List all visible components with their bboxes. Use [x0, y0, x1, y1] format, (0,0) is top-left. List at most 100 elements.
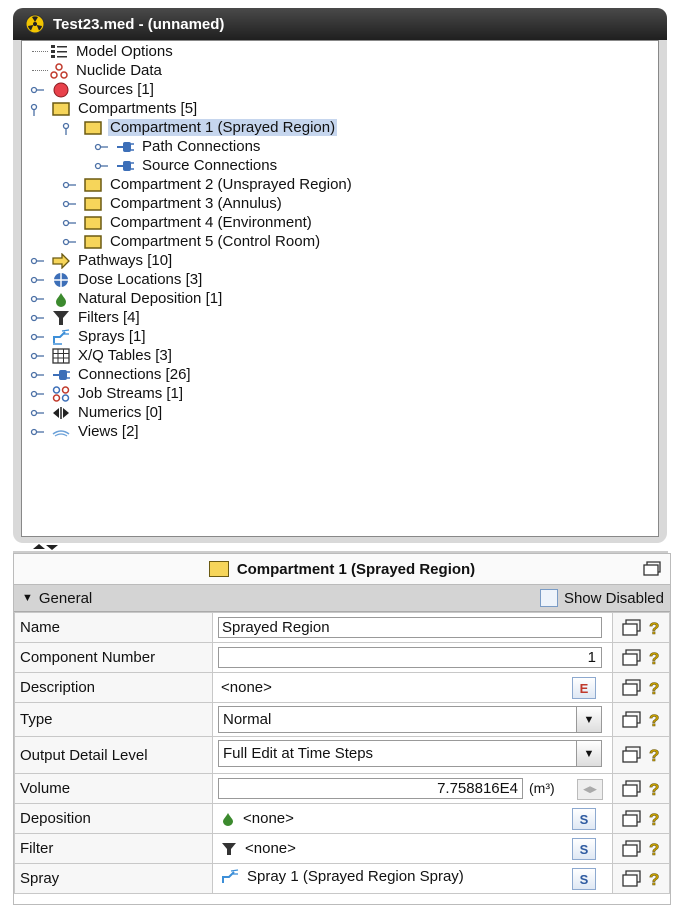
tree-item-xq-tables[interactable]: X/Q Tables [3] [30, 346, 174, 365]
help-icon[interactable]: ? [647, 648, 661, 668]
tree-label: Compartment 1 (Sprayed Region) [108, 119, 338, 136]
expand-handle-icon[interactable] [62, 216, 76, 230]
help-icon[interactable]: ? [647, 678, 661, 698]
expand-handle-icon[interactable] [30, 83, 44, 97]
pin-icon[interactable] [621, 710, 643, 730]
expand-handle-icon[interactable] [62, 197, 76, 211]
svg-text:?: ? [649, 711, 659, 730]
property-label: Component Number [14, 642, 213, 673]
tree-label: Filters [4] [78, 309, 140, 326]
help-icon[interactable]: ? [647, 839, 661, 859]
help-icon[interactable]: ? [647, 779, 661, 799]
pin-icon[interactable] [621, 779, 643, 799]
tree-label: Views [2] [78, 423, 139, 440]
select-spray-button[interactable]: S [572, 868, 596, 890]
output-detail-select[interactable]: Full Edit at Time Steps ▼ [218, 740, 602, 767]
droplet-icon [223, 812, 233, 826]
expand-handle-icon[interactable] [30, 368, 44, 382]
collapse-handle-icon[interactable] [62, 121, 76, 135]
property-row-volume: Volume 7.758816E4 (m³) ◀▶ ? [14, 773, 670, 804]
expand-handle-icon[interactable] [30, 406, 44, 420]
splitter-handle[interactable] [13, 543, 668, 553]
tree-item-connections[interactable]: Connections [26] [30, 365, 193, 384]
tree-item-sources[interactable]: Sources [1] [30, 80, 156, 99]
help-icon[interactable]: ? [647, 745, 661, 765]
svg-text:?: ? [649, 649, 659, 668]
pin-icon[interactable] [621, 678, 643, 698]
window-titlebar: Test23.med - (unnamed) [13, 8, 667, 40]
component-number-input[interactable]: 1 [218, 647, 602, 668]
show-disabled-toggle[interactable]: Show Disabled [539, 589, 664, 607]
tree-item-source-connections[interactable]: Source Connections [94, 156, 279, 175]
expand-handle-icon[interactable] [30, 349, 44, 363]
pin-icon[interactable] [621, 648, 643, 668]
panel-title: Compartment 1 (Sprayed Region) [236, 560, 476, 578]
expand-handle-icon[interactable] [62, 178, 76, 192]
pin-icon[interactable] [621, 618, 643, 638]
collapse-triangle-icon[interactable]: ▼ [22, 592, 33, 604]
tree-item-compartment-3[interactable]: Compartment 3 (Annulus) [62, 194, 284, 213]
tree-item-numerics[interactable]: Numerics [0] [30, 403, 164, 422]
tree-item-compartments[interactable]: Compartments [5] [30, 99, 199, 118]
tree-item-compartment-2[interactable]: Compartment 2 (Unsprayed Region) [62, 175, 354, 194]
chevron-down-icon[interactable]: ▼ [576, 707, 601, 732]
type-select[interactable]: Normal ▼ [218, 706, 602, 733]
collapse-handle-icon[interactable] [30, 102, 44, 116]
tree-item-sprays[interactable]: Sprays [1] [30, 327, 148, 346]
select-filter-button[interactable]: S [572, 838, 596, 860]
select-deposition-button[interactable]: S [572, 808, 596, 830]
tree-item-compartment-5[interactable]: Compartment 5 (Control Room) [62, 232, 322, 251]
show-disabled-checkbox[interactable] [539, 589, 558, 607]
help-icon[interactable]: ? [647, 710, 661, 730]
svg-text:?: ? [649, 679, 659, 698]
tree-item-model-options[interactable]: Model Options [32, 42, 175, 61]
expand-handle-icon[interactable] [30, 254, 44, 268]
tree-item-path-connections[interactable]: Path Connections [94, 137, 262, 156]
tree-item-natural-deposition[interactable]: Natural Deposition [1] [30, 289, 224, 308]
tree-item-job-streams[interactable]: Job Streams [1] [30, 384, 185, 403]
expand-handle-icon[interactable] [94, 159, 108, 173]
property-label: Name [14, 612, 213, 643]
expand-handle-icon[interactable] [62, 235, 76, 249]
edit-description-button[interactable]: E [572, 677, 596, 699]
expand-handle-icon[interactable] [30, 387, 44, 401]
pin-icon[interactable] [621, 839, 643, 859]
tree-label: Compartment 2 (Unsprayed Region) [110, 176, 352, 193]
help-icon[interactable]: ? [647, 618, 661, 638]
pin-icon[interactable] [621, 869, 643, 889]
tree-item-compartment-4[interactable]: Compartment 4 (Environment) [62, 213, 314, 232]
name-input[interactable]: Sprayed Region [218, 617, 602, 638]
tree-item-nuclide-data[interactable]: Nuclide Data [32, 61, 164, 80]
tree-label: Compartment 5 (Control Room) [110, 233, 321, 250]
svg-text:?: ? [649, 810, 659, 829]
tree-item-dose-locations[interactable]: Dose Locations [3] [30, 270, 204, 289]
tree-item-views[interactable]: Views [2] [30, 422, 141, 441]
tree-label: Nuclide Data [76, 62, 162, 79]
expand-handle-icon[interactable] [30, 273, 44, 287]
property-row-spray: Spray Spray 1 (Sprayed Region Spray) S ? [14, 863, 670, 894]
unit-toggle-icon[interactable]: ◀▶ [577, 779, 603, 800]
section-header-general[interactable]: ▼ General Show Disabled [14, 585, 670, 612]
pin-icon[interactable] [621, 809, 643, 829]
help-icon[interactable]: ? [647, 809, 661, 829]
expand-handle-icon[interactable] [30, 292, 44, 306]
tree-label: Job Streams [1] [78, 385, 184, 402]
tree-item-compartment-1[interactable]: Compartment 1 (Sprayed Region) [62, 118, 338, 137]
tree-item-filters[interactable]: Filters [4] [30, 308, 142, 327]
compartment-icon [84, 196, 102, 211]
deposition-value: <none> [243, 810, 294, 827]
compartment-icon [84, 177, 102, 192]
volume-input[interactable]: 7.758816E4 [218, 778, 523, 799]
tree-label: Compartment 3 (Annulus) [110, 195, 282, 212]
tree-label: Connections [26] [78, 366, 191, 383]
expand-handle-icon[interactable] [30, 311, 44, 325]
pin-icon[interactable] [621, 745, 643, 765]
expand-handle-icon[interactable] [94, 140, 108, 154]
help-icon[interactable]: ? [647, 869, 661, 889]
pin-icon[interactable] [642, 560, 662, 578]
expand-handle-icon[interactable] [30, 425, 44, 439]
options-list-icon [51, 44, 67, 58]
tree-item-pathways[interactable]: Pathways [10] [30, 251, 174, 270]
expand-handle-icon[interactable] [30, 330, 44, 344]
chevron-down-icon[interactable]: ▼ [576, 741, 601, 766]
